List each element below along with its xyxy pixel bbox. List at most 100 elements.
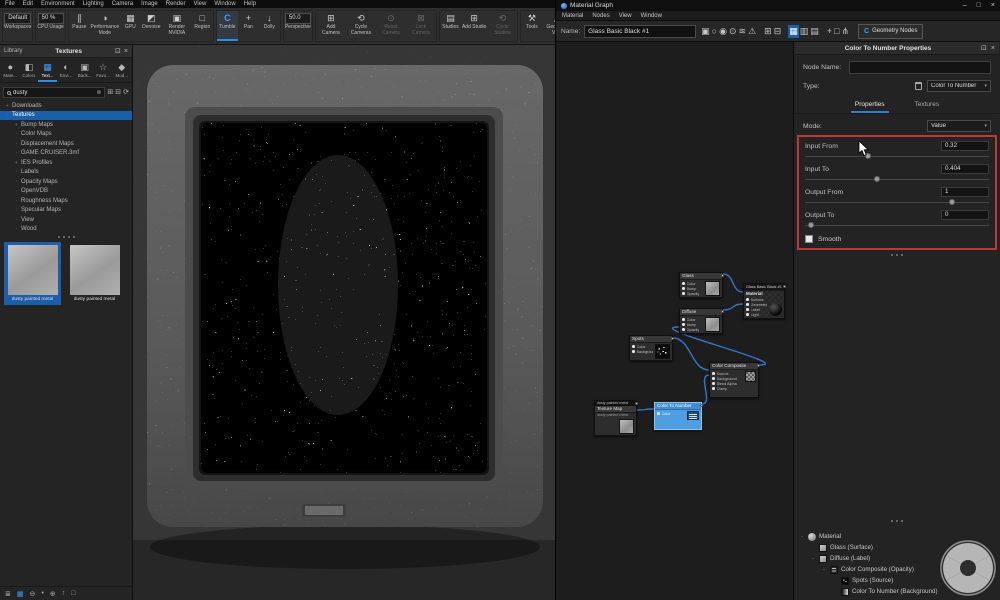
tumble-button[interactable]: CTumble — [217, 11, 238, 41]
delete-node-icon[interactable] — [915, 82, 922, 90]
add-icon[interactable]: + — [826, 25, 833, 38]
node-texture-map[interactable]: dusty painted metalTexture Mapdusty pain… — [594, 400, 637, 436]
texture-thumbnail[interactable]: dusty painted metal — [4, 242, 61, 305]
import-folder-icon[interactable]: ⊟ — [115, 88, 121, 98]
output-port-dot[interactable] — [671, 337, 674, 340]
split-icon[interactable]: ⋔ — [840, 25, 850, 38]
frame-icon[interactable]: □ — [833, 25, 840, 38]
menu-material[interactable]: Material — [562, 13, 583, 19]
close-icon[interactable]: × — [991, 45, 995, 52]
search-input[interactable] — [13, 90, 94, 96]
preview-toggle-icon[interactable]: ▦ — [788, 25, 799, 38]
tools-button[interactable]: ⚒Tools — [521, 11, 542, 41]
mode-dropdown[interactable]: Value▾ — [927, 120, 991, 132]
compact-view-icon[interactable]: ▥ — [799, 25, 810, 38]
slider-thumb[interactable] — [874, 176, 880, 182]
field-slider[interactable] — [805, 198, 989, 207]
node-graph-canvas[interactable]: GlassColorBumpOpacity Glass Basic Black #… — [556, 42, 794, 600]
menu-edit[interactable]: Edit — [23, 1, 33, 7]
tree-item-game-cruiser-3mf[interactable]: -GAME CRUISER.3mf — [0, 149, 132, 159]
wide-view-icon[interactable]: ▤ — [809, 25, 820, 38]
field-value-input[interactable]: 0.32 — [941, 141, 989, 151]
render-viewport[interactable] — [133, 45, 555, 600]
denoise-button[interactable]: ◩Denoise — [141, 11, 162, 41]
field-slider[interactable] — [805, 152, 989, 161]
node-color-composite[interactable]: Color CompositeSourceBackgroundBlend Alp… — [709, 362, 759, 398]
field-value-input[interactable]: 1 — [941, 187, 989, 197]
folder-icon[interactable]: □ — [71, 590, 75, 597]
tree-item-textures[interactable]: -Textures — [0, 111, 132, 121]
tree-item-bump-maps[interactable]: +Bump Maps — [0, 120, 132, 130]
slider-thumb[interactable] — [808, 222, 814, 228]
tree-item-color-maps[interactable]: -Color Maps — [0, 130, 132, 140]
cpu-usage-button[interactable]: 50 %CPU Usage — [36, 11, 64, 41]
upload-icon[interactable]: ↑ — [62, 590, 66, 597]
splitter-handle[interactable] — [795, 252, 999, 258]
material-graph-titlebar[interactable]: Material Graph –□× — [556, 0, 1000, 11]
node-glass[interactable]: GlassColorBumpOpacity — [679, 272, 723, 298]
workspaces-button[interactable]: DefaultWorkspaces — [3, 11, 32, 41]
library-tab-favorites[interactable]: ☆Favo... — [94, 60, 113, 82]
pause-button[interactable]: ∥Pause — [69, 11, 90, 41]
tree-item-openvdb[interactable]: -OpenVDB — [0, 187, 132, 197]
tab-properties[interactable]: Properties — [851, 99, 889, 113]
library-tab-colors[interactable]: ◧Colors — [20, 60, 39, 82]
geometry-view-button[interactable]: △Geometry View — [542, 11, 555, 41]
add-camera-button[interactable]: ⊞Add Camera — [316, 11, 346, 41]
tab-textures[interactable]: Textures — [911, 99, 944, 113]
node-glass-basic-black-1[interactable]: Glass Basic Black #1MaterialSurfaceGeome… — [743, 283, 785, 319]
search-box[interactable]: ⊗ — [3, 87, 105, 98]
menu-window[interactable]: Window — [641, 13, 662, 19]
clear-search-icon[interactable]: ⊗ — [96, 89, 101, 96]
port-opacity[interactable]: Opacity — [682, 291, 703, 296]
port-opacity[interactable]: Opacity — [682, 327, 703, 332]
menu-view[interactable]: View — [619, 13, 632, 19]
material-name-input[interactable] — [584, 25, 696, 38]
save-icon[interactable]: ▣ — [700, 25, 711, 38]
menu-help[interactable]: Help — [244, 1, 256, 7]
node-color-to-number[interactable]: Color To NumberColor — [654, 402, 702, 430]
add-folder-icon[interactable]: ⊞ — [107, 88, 113, 98]
duplicate-icon[interactable]: ⊞ — [763, 25, 773, 38]
output-port-dot[interactable] — [700, 404, 703, 407]
port-clamp[interactable]: Clamp — [712, 386, 743, 391]
tree-item-opacity-maps[interactable]: -Opacity Maps — [0, 177, 132, 187]
menu-nodes[interactable]: Nodes — [592, 13, 609, 19]
field-value-input[interactable]: 0.404 — [941, 164, 989, 174]
render-nvidia-button[interactable]: ▣Render NVIDIA — [162, 11, 192, 41]
studios-button[interactable]: ▤Studios — [440, 11, 461, 41]
library-tab-materials[interactable]: ●Mate... — [1, 60, 20, 82]
tree-item-ies-profiles[interactable]: +IES Profiles — [0, 158, 132, 168]
port-background[interactable]: Background — [632, 349, 653, 354]
geometry-nodes-button[interactable]: C Geometry Nodes — [858, 24, 923, 39]
tree-item-downloads[interactable]: +Downloads — [0, 101, 132, 111]
tree-item-specular-maps[interactable]: -Specular Maps — [0, 206, 132, 216]
dolly-button[interactable]: ↓Dolly — [259, 11, 280, 41]
cpu-usage-value[interactable]: 50 % — [38, 13, 64, 24]
material-ball-icon[interactable]: ◉ — [718, 25, 728, 38]
library-tab-backplates[interactable]: ▣Back... — [75, 60, 94, 82]
cycle-cameras-button[interactable]: ⟲Cycle Cameras — [346, 11, 376, 41]
node-spots[interactable]: SpotsColorBackground — [629, 335, 673, 361]
tree-item-roughness-maps[interactable]: -Roughness Maps — [0, 196, 132, 206]
output-port-dot[interactable] — [721, 274, 724, 277]
smooth-checkbox[interactable] — [805, 235, 813, 243]
target-icon[interactable]: ⊙ — [728, 25, 738, 38]
pan-button[interactable]: +Pan — [238, 11, 259, 41]
field-slider[interactable] — [805, 175, 989, 184]
output-port-dot[interactable] — [757, 364, 760, 367]
performance-mode-button[interactable]: ◑Performance Mode — [90, 11, 120, 41]
tree-item-labels[interactable]: -Labels — [0, 168, 132, 178]
library-tab-environments[interactable]: ◐Envi... — [57, 60, 76, 82]
node-diffuse[interactable]: DiffuseColorBumpOpacity — [679, 308, 723, 334]
splitter-handle[interactable] — [794, 518, 1000, 524]
menu-lighting[interactable]: Lighting — [83, 1, 104, 7]
menu-file[interactable]: File — [5, 1, 15, 7]
tree-item-wood[interactable]: -Wood — [0, 225, 132, 235]
tree-item-view[interactable]: -View — [0, 215, 132, 225]
close-icon[interactable]: × — [124, 48, 128, 55]
perspective-value[interactable]: 50.0 — [285, 13, 311, 24]
close-button[interactable]: × — [991, 1, 995, 11]
list-view-icon[interactable]: ≣ — [5, 590, 11, 598]
minimize-button[interactable]: – — [963, 1, 967, 11]
